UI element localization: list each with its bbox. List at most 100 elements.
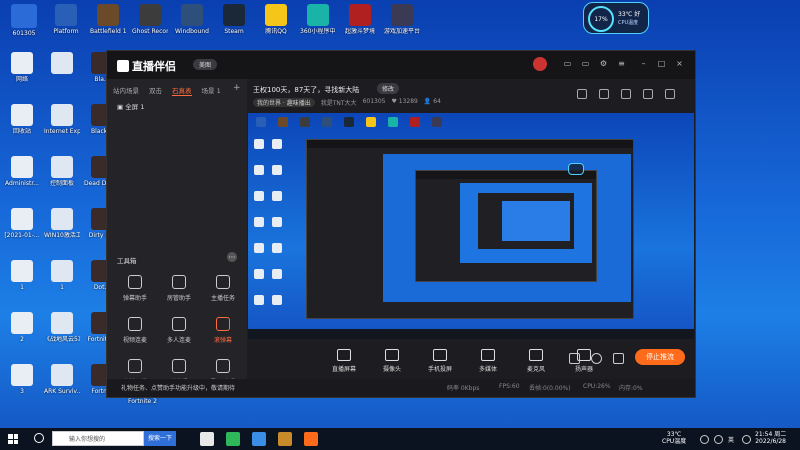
room-title: 王权100天，87天了，寻找新大陆	[253, 86, 360, 94]
maximize-icon[interactable]: □	[657, 59, 666, 68]
source-tool[interactable]: 手机投屏	[423, 349, 457, 373]
desktop-icon[interactable]: 《战地风云5》	[44, 312, 80, 343]
stop-stream-button[interactable]: 停止推流	[635, 349, 685, 365]
taskbar-app-icon[interactable]	[226, 432, 240, 446]
tool-item[interactable]: 主播任务	[201, 275, 245, 302]
desktop-icon[interactable]: 超激斗梦境	[342, 4, 378, 35]
file-icon	[51, 208, 73, 230]
cpu-temp-widget[interactable]: 17% 33℃ 好 CPU温度	[583, 2, 649, 34]
message-icon[interactable]: ▭	[581, 59, 590, 68]
tray-network-icon[interactable]	[714, 435, 723, 444]
desktop-icon[interactable]: Steam	[216, 4, 252, 35]
desktop-icon[interactable]: Windbound	[174, 4, 210, 35]
channel-chip[interactable]: 我的世界 · 趣味播出	[253, 98, 315, 107]
taskbar-app-icon[interactable]	[252, 432, 266, 446]
desktop-icon-label: 回收站	[12, 128, 31, 135]
lock-icon[interactable]	[599, 89, 609, 99]
add-scene-icon[interactable]: +	[233, 83, 241, 93]
stream-preview[interactable]	[248, 113, 694, 339]
edit-title-button[interactable]: 修改	[377, 83, 400, 94]
windows-taskbar: 输入你想搜的 搜索一下 33℃ CPU温度 英 21:54 周二 2022/6/…	[0, 428, 800, 450]
app-icon	[307, 4, 329, 26]
record-icon[interactable]	[569, 353, 580, 364]
desktop-icon[interactable]: 游戏加速平台	[384, 4, 420, 35]
tray-clock[interactable]: 21:54 周二 2022/6/28	[755, 431, 786, 445]
file-icon	[51, 156, 73, 178]
desktop-icon[interactable]	[44, 52, 80, 76]
taskbar-app-icon[interactable]	[304, 432, 318, 446]
tray-language[interactable]: 英	[728, 435, 734, 444]
desktop-icon[interactable]: Administr...	[4, 156, 40, 187]
tool-item[interactable]: 房管助手	[157, 275, 201, 302]
tool-item[interactable]: 滚弹幕	[201, 317, 245, 344]
taskbar-app-icon[interactable]	[200, 432, 214, 446]
search-icon[interactable]	[34, 433, 44, 443]
tool-label: 主播任务	[210, 295, 235, 302]
skin-icon[interactable]: ▭	[563, 59, 572, 68]
desktop-icon[interactable]: 控制面板	[44, 156, 80, 187]
tray-volume-icon[interactable]	[742, 435, 751, 444]
desktop-icon[interactable]: 腾讯QQ	[258, 4, 294, 35]
minimize-icon[interactable]: –	[639, 59, 648, 68]
settings-icon[interactable]: ⚙	[599, 59, 608, 68]
desktop-icon[interactable]: WIN10激活工具	[44, 208, 80, 239]
scene-tab[interactable]: 双击	[149, 85, 162, 96]
douyu-desktop-icon[interactable]: 601305	[6, 4, 42, 37]
app-icon	[349, 4, 371, 26]
app-icon	[391, 4, 413, 26]
share-icon[interactable]	[665, 89, 675, 99]
desktop-icon[interactable]: 2	[4, 312, 40, 343]
desktop-icon[interactable]: [2021-01-...	[4, 208, 40, 239]
source-tool-label: 直播屏幕	[331, 366, 356, 373]
source-tool[interactable]: 摄像头	[375, 349, 409, 373]
desktop-icon[interactable]: 1	[44, 260, 80, 291]
status-bitrate: 码率 0Kbps	[447, 385, 480, 392]
preview-icon	[254, 165, 264, 175]
more-tools-icon[interactable]: ⋯	[227, 252, 237, 262]
user-avatar[interactable]	[533, 57, 547, 71]
gear-icon[interactable]	[613, 353, 624, 364]
app-titlebar[interactable]: 直播伴侣 美图 ▭ ▭ ⚙ ≡ – □ ×	[107, 51, 695, 79]
tool-icon	[216, 317, 230, 331]
desktop-icon-label: Internet Explorer	[44, 128, 80, 135]
start-button[interactable]	[8, 434, 18, 444]
tool-item[interactable]: 多人连麦	[157, 317, 201, 344]
scene-item-fullscreen[interactable]: ▣ 全屏 1	[117, 101, 144, 111]
version-badge[interactable]: 美图	[193, 59, 218, 70]
scene-tab[interactable]: 站内场景	[113, 85, 139, 96]
menu-icon[interactable]: ≡	[617, 59, 626, 68]
desktop-icon[interactable]: Ghost Recon®...	[132, 4, 168, 35]
desktop-icon[interactable]: 3	[4, 364, 40, 395]
tray-cpu-temp[interactable]: 33℃ CPU温度	[662, 431, 686, 445]
tray-weather-icon[interactable]	[700, 435, 709, 444]
eye-icon[interactable]	[591, 353, 602, 364]
desktop-icon[interactable]: 1	[4, 260, 40, 291]
desktop-icon[interactable]: ARK Surviv...	[44, 364, 80, 395]
desktop-icon[interactable]: 网络	[4, 52, 40, 83]
source-tool[interactable]: 直播屏幕	[327, 349, 361, 373]
desktop-icon[interactable]: Platform	[48, 4, 84, 35]
desktop-icon-label: 腾讯QQ	[265, 28, 287, 35]
desktop-icon[interactable]: Battlefield 1™	[90, 4, 126, 35]
bell-icon[interactable]	[643, 89, 653, 99]
desktop-icon[interactable]: Internet Explorer	[44, 104, 80, 135]
scene-tab[interactable]: 石真表	[172, 85, 192, 96]
preview-icon	[254, 243, 264, 253]
layout-icon[interactable]	[577, 89, 587, 99]
preview-icon	[254, 295, 264, 305]
preview-icon	[322, 117, 332, 127]
fortnite-desktop-label: Fortnite 2	[128, 398, 157, 405]
desktop-icon[interactable]: 360小程序中心	[300, 4, 336, 35]
source-tool[interactable]: 多媒体	[471, 349, 505, 373]
tool-item[interactable]: 弹幕助手	[113, 275, 157, 302]
taskbar-search-button[interactable]: 搜索一下	[144, 431, 176, 446]
taskbar-search-input[interactable]: 输入你想搜的	[52, 431, 144, 446]
desktop-icon[interactable]: 回收站	[4, 104, 40, 135]
source-tool[interactable]: 麦克风	[519, 349, 553, 373]
scene-tab[interactable]: 场景 1	[202, 85, 221, 96]
tool-item[interactable]: 视频连麦	[113, 317, 157, 344]
layers-icon[interactable]	[621, 89, 631, 99]
close-icon[interactable]: ×	[675, 59, 684, 68]
preview-taskbar	[248, 329, 694, 339]
taskbar-app-icon[interactable]	[278, 432, 292, 446]
